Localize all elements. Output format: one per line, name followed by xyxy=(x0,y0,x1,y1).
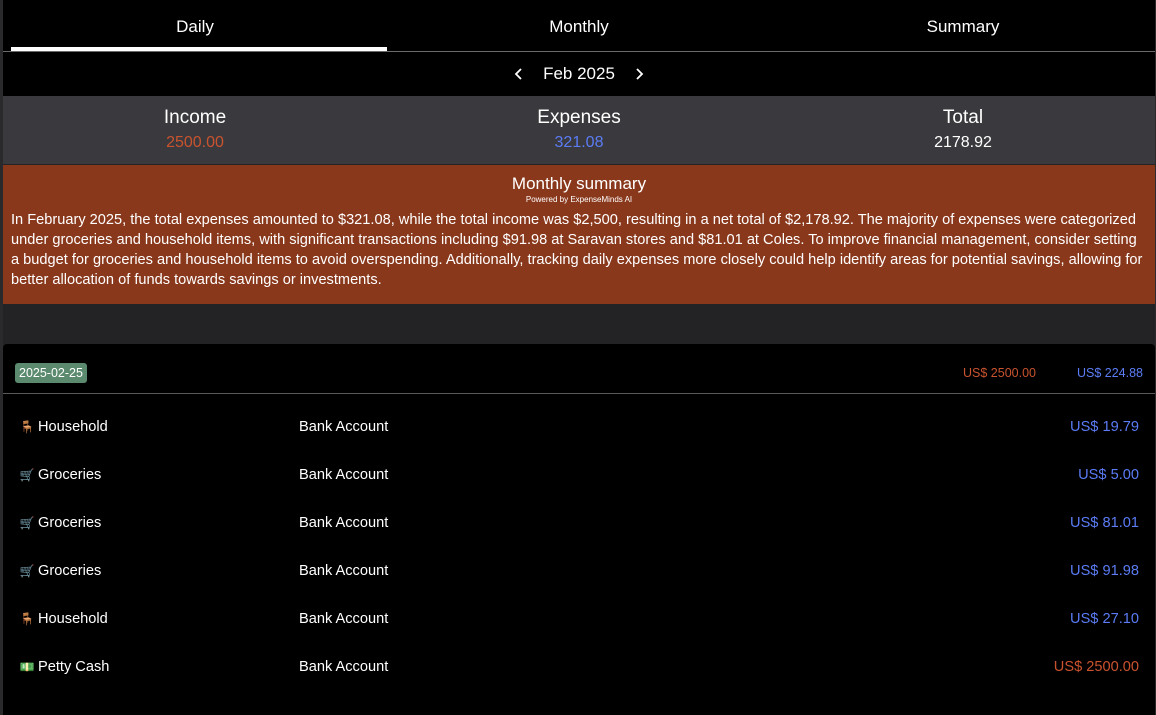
category-label: Household xyxy=(38,419,108,435)
cart-icon: 🛒 xyxy=(19,564,35,578)
day-group-header: 2025-02-25 US$ 2500.00 US$ 224.88 xyxy=(3,344,1155,394)
transaction-category: 💵 Petty Cash xyxy=(19,659,110,675)
transaction-amount: US$ 81.01 xyxy=(1070,515,1139,531)
transaction-row[interactable]: 🪑 Household Bank Account US$ 19.79 xyxy=(3,394,1155,442)
income-label: Income xyxy=(163,107,227,128)
transaction-category: 🪑 Household xyxy=(19,611,108,627)
tab-monthly[interactable]: Monthly xyxy=(387,0,771,51)
category-label: Household xyxy=(38,611,108,627)
chevron-left-icon[interactable] xyxy=(509,64,529,84)
transaction-row[interactable]: 💵 Petty Cash Bank Account US$ 2500.00 xyxy=(3,634,1155,682)
account-label: Bank Account xyxy=(299,515,389,531)
transaction-amount: US$ 19.79 xyxy=(1070,419,1139,435)
monthly-summary-panel: Monthly summary Powered by ExpenseMinds … xyxy=(3,165,1155,304)
transaction-category: 🛒 Groceries xyxy=(19,563,102,579)
tab-bar: Daily Monthly Summary xyxy=(3,0,1155,52)
totals-bar: Income 2500.00 Expenses 321.08 Total 217… xyxy=(3,96,1155,164)
summary-powered-by: Powered by ExpenseMinds AI xyxy=(525,195,633,204)
tab-summary[interactable]: Summary xyxy=(771,0,1155,51)
net-total: Total 2178.92 xyxy=(771,96,1155,164)
expenses-label: Expenses xyxy=(537,107,621,128)
account-label: Bank Account xyxy=(299,611,389,627)
transaction-row[interactable]: 🛒 Groceries Bank Account US$ 81.01 xyxy=(3,490,1155,538)
income-value: 2500.00 xyxy=(166,134,224,151)
account-label: Bank Account xyxy=(299,659,389,675)
chevron-right-icon[interactable] xyxy=(629,64,649,84)
transaction-category: 🛒 Groceries xyxy=(19,515,102,531)
cash-icon: 💵 xyxy=(19,660,35,674)
transaction-amount: US$ 27.10 xyxy=(1070,611,1139,627)
day-income-total: US$ 2500.00 xyxy=(963,366,1036,380)
expense-app: Daily Monthly Summary Feb 2025 Income 25… xyxy=(3,0,1155,715)
summary-title: Monthly summary xyxy=(511,174,647,193)
transaction-amount: US$ 2500.00 xyxy=(1053,659,1139,675)
transaction-row[interactable]: 🛒 Groceries Bank Account US$ 91.98 xyxy=(3,538,1155,586)
cart-icon: 🛒 xyxy=(19,516,35,530)
chair-icon: 🪑 xyxy=(19,420,35,434)
account-label: Bank Account xyxy=(299,467,389,483)
day-transactions-card: 2025-02-25 US$ 2500.00 US$ 224.88 🪑 Hous… xyxy=(3,344,1155,715)
category-label: Groceries xyxy=(38,563,102,579)
transaction-row[interactable]: 🛒 Groceries Bank Account US$ 5.00 xyxy=(3,442,1155,490)
account-label: Bank Account xyxy=(299,563,389,579)
account-label: Bank Account xyxy=(299,419,389,435)
total-label: Total xyxy=(942,107,984,128)
category-label: Petty Cash xyxy=(38,659,110,675)
expenses-total: Expenses 321.08 xyxy=(387,96,771,164)
day-expense-total: US$ 224.88 xyxy=(1076,366,1143,380)
current-month: Feb 2025 xyxy=(543,64,615,83)
transaction-row[interactable]: 🪑 Household Bank Account US$ 27.10 xyxy=(3,586,1155,634)
transaction-amount: US$ 91.98 xyxy=(1070,563,1139,579)
month-navigator: Feb 2025 xyxy=(3,52,1155,96)
cart-icon: 🛒 xyxy=(19,468,35,482)
expenses-value: 321.08 xyxy=(554,134,604,151)
category-label: Groceries xyxy=(38,515,102,531)
tab-daily[interactable]: Daily xyxy=(3,0,387,51)
chair-icon: 🪑 xyxy=(19,612,35,626)
total-value: 2178.92 xyxy=(934,134,992,151)
transaction-amount: US$ 5.00 xyxy=(1078,467,1139,483)
summary-text: In February 2025, the total expenses amo… xyxy=(11,212,1143,288)
transaction-category: 🪑 Household xyxy=(19,419,108,435)
date-badge: 2025-02-25 xyxy=(15,363,87,383)
income-total: Income 2500.00 xyxy=(3,96,387,164)
transaction-category: 🛒 Groceries xyxy=(19,467,102,483)
category-label: Groceries xyxy=(38,467,102,483)
